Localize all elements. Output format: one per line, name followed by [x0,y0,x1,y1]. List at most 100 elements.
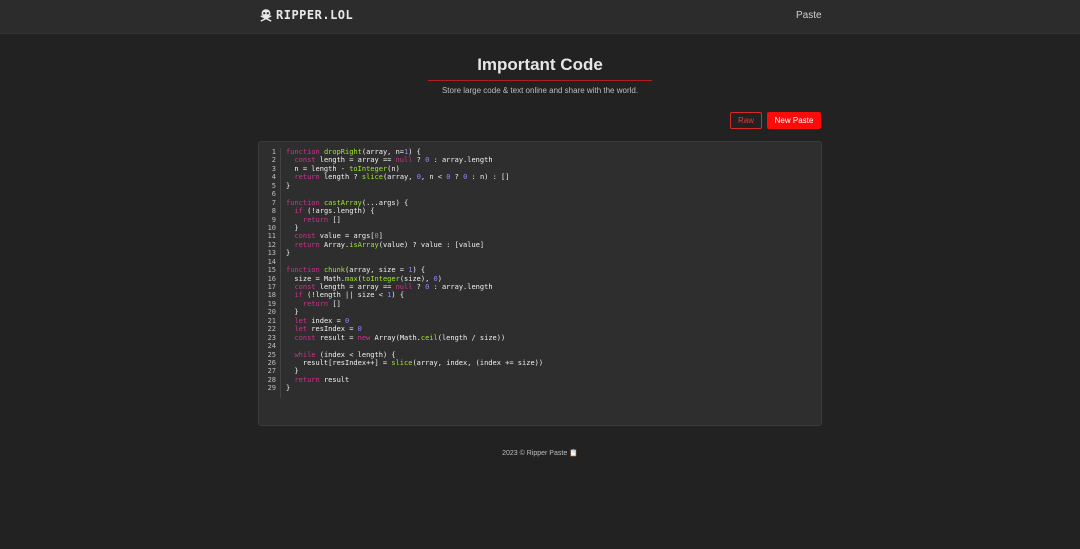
code-line: 1 function dropRight(array, n=1) { [259,148,543,156]
code-text: const length = array == null ? 0 : array… [294,283,493,291]
code-lines: 1 function dropRight(array, n=1) {2 const… [259,148,544,393]
code-line: 26 result[resIndex++] = slice(array, ind… [259,358,544,367]
line-number: 13 [267,249,276,258]
code-line: 21 let index = 0 [259,317,543,325]
code-line: 12 return Array.isArray(value) ? value :… [259,241,543,249]
line-number: 1 [271,148,276,156]
code-viewer[interactable]: 1 function dropRight(array, n=1) {2 const… [258,141,822,426]
line-number: 25 [267,350,276,359]
code-line: 22 let resIndex = 0 [259,325,543,333]
code-line: 16 size = Math.max(toInteger(size), 0) [259,275,543,283]
code-text: } [286,308,299,317]
code-text: if (!args.length) { [294,207,375,216]
line-number: 20 [267,308,276,317]
code-text: return length ? slice(array, 0, n < 0 ? … [294,173,510,182]
code-text: function dropRight(array, n=1) { [286,148,421,156]
code-line: 20 } [259,308,543,316]
line-number: 5 [271,181,276,190]
line-number: 14 [267,257,276,266]
code-text: } [286,384,291,393]
page-title: Important Code [477,55,603,74]
line-number: 11 [267,232,276,241]
line-number: 3 [271,164,276,173]
code-text: return [] [302,215,341,224]
line-number: 9 [271,215,276,224]
code-text: } [286,249,291,258]
footer-copyright: 2023 © Ripper Paste 📋 [502,450,578,457]
line-number: 19 [267,299,276,308]
code-line: 23 const result = new Array(Math.ceil(le… [259,334,543,342]
title-divider [428,80,652,81]
line-number: 10 [267,223,276,232]
nav-paste-link[interactable]: Paste [796,10,822,21]
code-line: 15 function chunk(array, size = 1) { [259,266,543,274]
code-line: 13} [259,249,543,257]
code-line: 5} [259,182,543,190]
code-text: } [286,223,299,232]
line-number: 15 [267,266,276,275]
code-text: result[resIndex++] = slice(array, index,… [286,358,544,367]
code-line: 24 [259,342,543,350]
code-text: const result = new Array(Math.ceil(lengt… [294,333,506,342]
code-line: 25 while (index < length) { [259,351,543,359]
line-number: 16 [267,274,276,283]
line-number: 29 [267,384,276,393]
new-paste-button[interactable]: New Paste [767,112,821,129]
brand-name: RIPPER.LOL [276,8,354,22]
code-text: size = Math.max(toInteger(size), 0) [286,274,442,283]
line-number: 7 [271,198,276,207]
code-text: return result [294,375,350,384]
code-line: 3 n = length - toInteger(n) [259,165,543,173]
code-text: return [] [302,299,341,308]
code-line: 11 const value = args[0] [259,232,543,240]
code-line: 14 [259,258,543,266]
code-text: let index = 0 [294,316,350,325]
code-line: 10 } [259,224,543,232]
line-number: 2 [271,156,276,165]
line-number: 21 [267,316,276,325]
brand-logo[interactable]: RIPPER.LOL [259,8,353,22]
code-text: return Array.isArray(value) ? value : [v… [294,240,485,249]
line-number: 17 [267,283,276,291]
code-text: while (index < length) { [294,350,396,359]
code-line: 19 return [] [259,300,543,308]
raw-button[interactable]: Raw [730,112,762,129]
code-line: 4 return length ? slice(array, 0, n < 0 … [259,173,543,181]
line-number: 23 [267,333,276,342]
line-number: 28 [267,375,276,384]
code-line: 18 if (!length || size < 1) { [259,291,543,299]
line-number: 12 [267,240,276,249]
code-line: 9 return [] [259,216,543,224]
code-line: 6 [259,190,543,198]
line-number: 8 [271,207,276,216]
code-line: 7 function castArray(...args) { [259,199,543,207]
code-text: const length = array == null ? 0 : array… [294,156,493,165]
code-text: const value = args[0] [294,232,383,241]
page-subtitle: Store large code & text online and share… [441,86,639,95]
code-text: } [286,367,299,376]
line-number: 6 [271,190,276,199]
code-text: if (!length || size < 1) { [294,291,405,300]
code-line: 8 if (!args.length) { [259,207,543,215]
code-text: let resIndex = 0 [294,325,362,334]
code-line: 28 return result [259,376,543,384]
line-number: 24 [267,342,276,351]
line-number: 18 [267,291,276,300]
code-text: function chunk(array, size = 1) { [286,266,426,275]
line-number: 22 [267,325,276,334]
code-text: } [286,181,291,190]
line-number: 4 [271,173,276,182]
line-number: 26 [267,358,276,367]
code-text: function castArray(...args) { [286,198,409,207]
code-line: 29} [259,384,543,392]
skull-crossbones-icon [260,9,272,22]
code-line: 2 const length = array == null ? 0 : arr… [259,156,543,164]
navbar: RIPPER.LOL Paste [0,0,1080,34]
code-line: 17 const length = array == null ? 0 : ar… [259,283,543,291]
code-line: 27 } [259,367,543,375]
code-text: n = length - toInteger(n) [286,164,400,173]
line-number: 27 [267,367,276,376]
